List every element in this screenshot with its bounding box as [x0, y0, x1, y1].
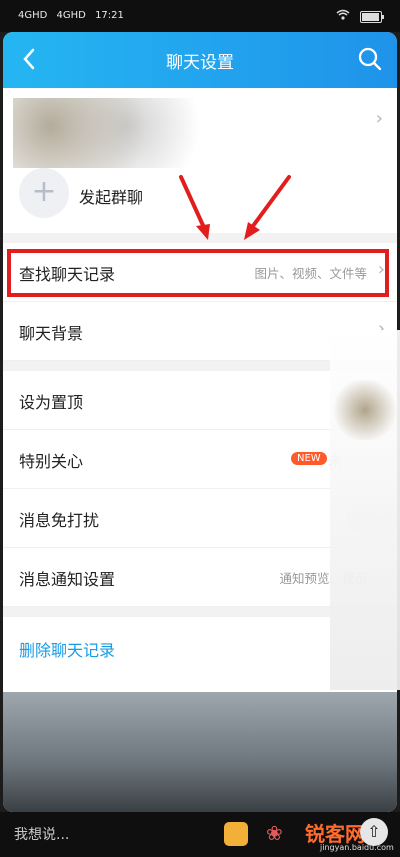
message-input[interactable]: 我想说...	[14, 824, 69, 844]
network-indicator-1: 4GHD	[18, 10, 48, 21]
upload-icon[interactable]: ⇧	[360, 818, 388, 846]
item-label: 消息通知设置	[19, 570, 116, 589]
start-group-chat-label[interactable]: 发起群聊	[79, 184, 143, 208]
chevron-right-icon[interactable]: ›	[376, 108, 383, 129]
new-badge: NEW	[291, 452, 327, 465]
status-time: 17:21	[95, 10, 124, 21]
chevron-right-icon: ›	[377, 259, 385, 280]
delete-chat-history-label: 删除聊天记录	[19, 641, 116, 660]
page-title: 聊天设置	[166, 53, 234, 73]
find-chat-history-item[interactable]: 查找聊天记录 图片、视频、文件等 ›	[3, 243, 397, 302]
network-indicator-2: 4GHD	[56, 10, 86, 21]
battery-icon	[360, 10, 384, 23]
item-label: 查找聊天记录	[19, 265, 116, 284]
background-image-area	[3, 692, 397, 812]
header: 聊天设置	[3, 32, 397, 88]
annotation-arrow-icon	[179, 175, 210, 240]
plus-icon[interactable]: +	[19, 168, 69, 218]
annotation-arrow-icon	[244, 175, 291, 240]
status-bar: 4GHD 4GHD 17:21	[0, 0, 400, 32]
rose-icon[interactable]: ❀	[266, 821, 283, 845]
search-icon[interactable]	[355, 44, 385, 74]
wifi-icon	[336, 9, 350, 24]
message-input-bar[interactable]: 我想说... ❀ 锐客网 jingyan.baidu.com ⇧	[0, 812, 400, 857]
item-label: 消息免打扰	[19, 511, 100, 530]
watermark-domain: jingyan.baidu.com	[320, 843, 394, 852]
item-label: 聊天背景	[19, 324, 84, 343]
item-value: 图片、视频、文件等	[254, 266, 367, 281]
blurred-edge-overlay-2	[330, 380, 400, 440]
thumbs-up-icon[interactable]	[224, 822, 248, 846]
item-label: 设为置顶	[19, 393, 84, 412]
item-label: 特别关心	[19, 452, 84, 471]
blurred-avatar	[13, 98, 203, 168]
